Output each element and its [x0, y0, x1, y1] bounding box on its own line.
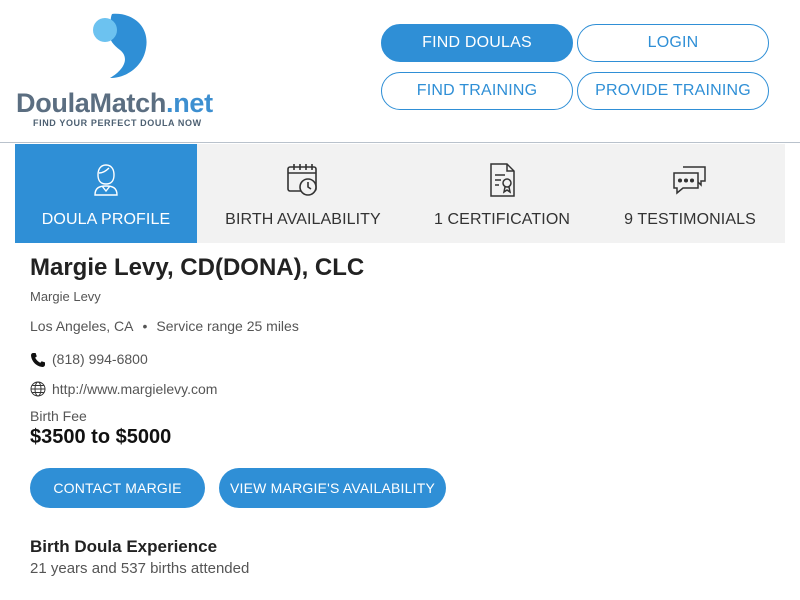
birth-fee-value: $3500 to $5000: [30, 426, 172, 448]
doula-subname: Margie Levy: [30, 289, 101, 304]
tab-label: BIRTH AVAILABILITY: [225, 211, 381, 228]
find-doulas-button[interactable]: FIND DOULAS: [381, 24, 573, 62]
globe-icon: [30, 381, 46, 397]
chat-bubbles-icon: [673, 166, 706, 195]
tab-label: 1 CERTIFICATION: [433, 211, 571, 228]
phone-icon: [31, 353, 45, 367]
experience-text: 21 years and 537 births attended: [30, 560, 250, 577]
view-availability-button[interactable]: VIEW MARGIE'S AVAILABILITY: [219, 468, 446, 508]
location-text: Los Angeles, CA: [30, 318, 134, 334]
tab-label: 9 TESTIMONIALS: [624, 211, 756, 228]
separator-dot: •: [142, 318, 148, 334]
logo-wordmark: DoulaMatch.net: [16, 88, 213, 118]
login-button[interactable]: LOGIN: [577, 24, 769, 62]
site-logo[interactable]: DoulaMatch.net FIND YOUR PERFECT DOULA N…: [16, 10, 226, 135]
tab-birth-availability[interactable]: BIRTH AVAILABILITY: [197, 144, 409, 243]
calendar-clock-icon: [287, 164, 317, 196]
doula-name-heading: Margie Levy, CD(DONA), CLC: [30, 254, 365, 281]
tab-doula-profile[interactable]: DOULA PROFILE: [15, 144, 197, 243]
certificate-icon: [490, 163, 515, 197]
service-range-text: Service range 25 miles: [156, 318, 299, 334]
doula-person-icon: [94, 164, 118, 196]
tab-certification[interactable]: 1 CERTIFICATION: [409, 144, 595, 243]
phone-number[interactable]: (818) 994-6800: [52, 351, 148, 367]
find-training-button[interactable]: FIND TRAINING: [381, 72, 573, 110]
location-line: Los Angeles, CA • Service range 25 miles: [30, 318, 299, 334]
website-link[interactable]: http://www.margielevy.com: [52, 381, 217, 397]
logo-tagline: FIND YOUR PERFECT DOULA NOW: [33, 118, 202, 128]
site-header: DoulaMatch.net FIND YOUR PERFECT DOULA N…: [0, 0, 800, 143]
provide-training-button[interactable]: PROVIDE TRAINING: [577, 72, 769, 110]
profile-tabs: DOULA PROFILE BIRTH AVAILABILITY 1 CERTI…: [15, 144, 785, 243]
contact-button[interactable]: CONTACT MARGIE: [30, 468, 205, 508]
tab-label: DOULA PROFILE: [41, 211, 171, 228]
experience-heading: Birth Doula Experience: [30, 537, 218, 556]
doula-logo-icon: [93, 13, 147, 78]
tab-testimonials[interactable]: 9 TESTIMONIALS: [595, 144, 785, 243]
birth-fee-label: Birth Fee: [30, 408, 87, 424]
